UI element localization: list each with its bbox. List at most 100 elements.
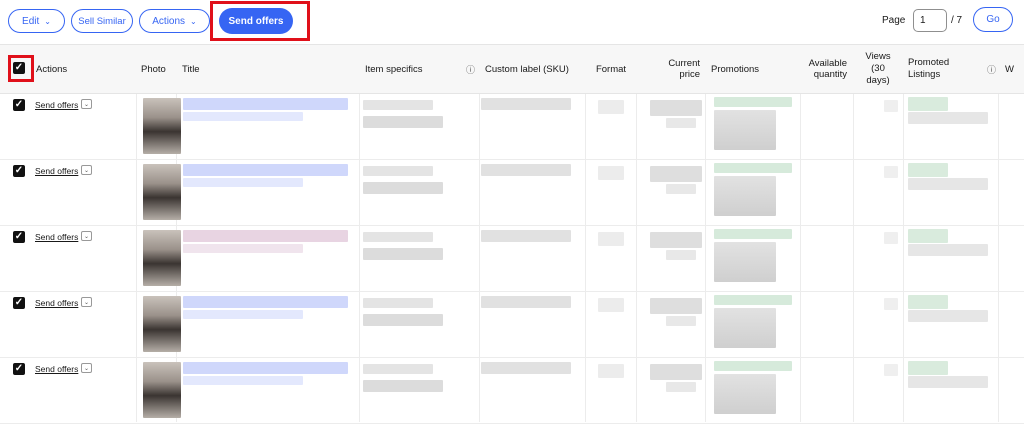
format-value [598,166,624,180]
price-value [650,364,702,380]
product-thumbnail[interactable] [143,362,181,418]
row-actions-dropdown[interactable]: ⌄ [81,363,92,373]
format-value [598,364,624,378]
table-row: ✓ Send offers ⌄ [0,292,1024,358]
info-icon[interactable]: ⓘ [466,63,475,76]
format-value [598,232,624,246]
column-header-format[interactable]: Format [590,45,632,93]
promoted-listing-status [908,163,948,177]
column-header-promoted-listings: Promoted Listings ⓘ [908,57,996,80]
send-offers-label: Send offers [228,15,284,27]
item-specifics-value [363,166,433,176]
send-offers-link[interactable]: Send offers [35,298,78,308]
product-thumbnail[interactable] [143,296,181,352]
listing-title[interactable] [183,164,348,176]
go-button[interactable]: Go [973,7,1013,32]
toolbar: Edit ⌄ Sell Similar Actions ⌄ Send offer… [0,0,1024,44]
table-row: ✓ Send offers ⌄ [0,226,1024,292]
listing-title[interactable] [183,310,303,319]
column-header-overflow: W [1005,63,1014,75]
table-row: ✓ Send offers ⌄ [0,358,1024,424]
views-value [884,232,898,244]
listing-title[interactable] [183,178,303,187]
price-value [650,166,702,182]
row-actions-dropdown[interactable]: ⌄ [81,297,92,307]
send-offers-link[interactable]: Send offers [35,166,78,176]
custom-label-value [481,164,571,176]
edit-button[interactable]: Edit ⌄ [8,9,65,33]
price-value [666,184,696,194]
column-header-promotions: Promotions [711,63,760,75]
custom-label-value [481,98,571,110]
item-specifics-value [363,116,443,128]
actions-dropdown-button[interactable]: Actions ⌄ [139,9,210,33]
price-value [650,232,702,248]
row-checkbox[interactable]: ✓ [13,99,25,111]
check-icon: ✓ [14,363,24,374]
column-header-custom-label[interactable]: Custom label (SKU) [485,45,585,93]
price-value [666,250,696,260]
views-value [884,364,898,376]
product-thumbnail[interactable] [143,98,181,154]
send-offers-button[interactable]: Send offers [219,8,293,34]
info-icon[interactable]: ⓘ [987,63,996,76]
listing-title[interactable] [183,362,348,374]
promotion-badge [714,163,792,173]
promotion-badge [714,361,792,371]
column-header-views[interactable]: Views (30 days) [855,45,901,93]
column-header-current-price[interactable]: Current price [640,45,700,93]
chevron-down-icon: ⌄ [44,16,51,26]
send-offers-link[interactable]: Send offers [35,364,78,374]
promotion-details [714,176,776,216]
listing-title[interactable] [183,376,303,385]
check-icon: ✓ [14,165,24,176]
promoted-listing-status [908,229,948,243]
row-actions-dropdown[interactable]: ⌄ [81,165,92,175]
column-header-item-specifics: Item specifics ⓘ [365,63,475,76]
promotion-details [714,374,776,414]
row-checkbox[interactable]: ✓ [13,363,25,375]
listing-title[interactable] [183,296,348,308]
row-actions-dropdown[interactable]: ⌄ [81,99,92,109]
page-label: Page [882,15,906,26]
row-checkbox[interactable]: ✓ [13,297,25,309]
listing-title[interactable] [183,98,348,110]
price-value [650,100,702,116]
check-icon: ✓ [14,62,24,73]
promoted-listing-rate [908,310,988,322]
format-value [598,100,624,114]
chevron-down-icon: ⌄ [190,16,197,26]
row-actions-dropdown[interactable]: ⌄ [81,231,92,241]
product-thumbnail[interactable] [143,164,181,220]
check-icon: ✓ [14,99,24,110]
sell-similar-label: Sell Similar [78,15,126,27]
send-offers-link[interactable]: Send offers [35,232,78,242]
column-header-available-quantity[interactable]: Available quantity [802,45,847,93]
column-header-actions: Actions [36,63,68,75]
chevron-down-icon: ⌄ [83,167,90,174]
chevron-down-icon: ⌄ [83,365,90,372]
product-thumbnail[interactable] [143,230,181,286]
item-specifics-value [363,100,433,110]
promotion-badge [714,97,792,107]
go-button-label: Go [986,14,1000,25]
promoted-listing-rate [908,244,988,256]
promoted-listing-status [908,97,948,111]
row-checkbox[interactable]: ✓ [13,165,25,177]
select-all-checkbox[interactable]: ✓ [13,62,25,74]
views-value [884,166,898,178]
edit-button-label: Edit [22,15,40,27]
listing-title[interactable] [183,244,303,253]
table-row: ✓ Send offers ⌄ [0,94,1024,160]
row-checkbox[interactable]: ✓ [13,231,25,243]
custom-label-value [481,362,571,374]
listing-title[interactable] [183,112,303,121]
chevron-down-icon: ⌄ [83,299,90,306]
send-offers-link[interactable]: Send offers [35,100,78,110]
item-specifics-value [363,182,443,194]
page-number-input[interactable] [913,9,947,32]
sell-similar-button[interactable]: Sell Similar [71,9,133,33]
column-header-title[interactable]: Title [182,45,352,93]
listing-title[interactable] [183,230,348,242]
promotion-details [714,308,776,348]
